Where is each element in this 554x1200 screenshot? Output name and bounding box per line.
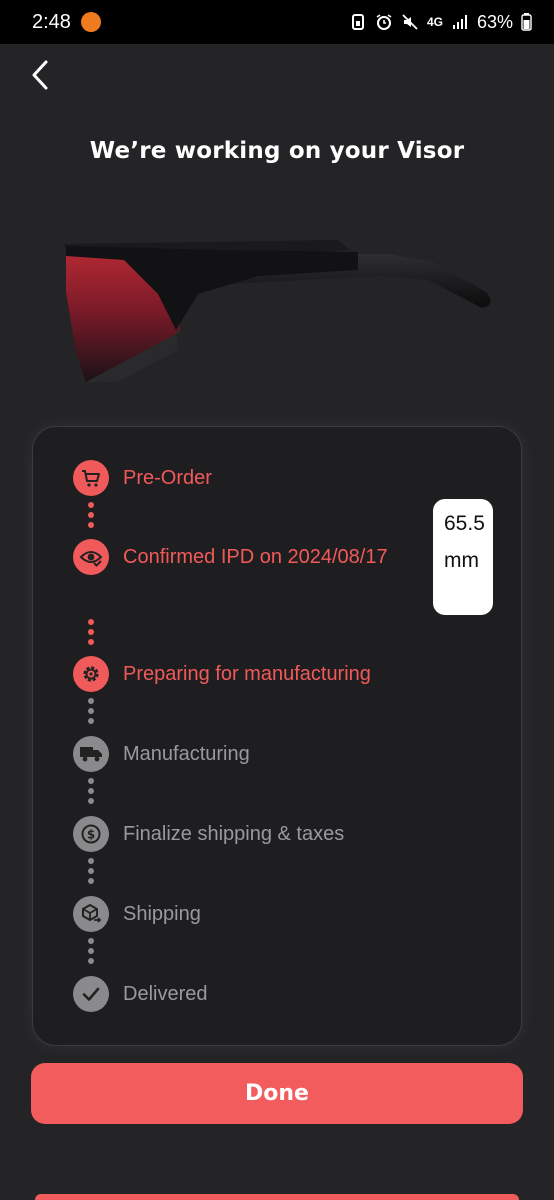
battery-icon [521,13,532,31]
signal-icon [452,15,467,29]
done-button[interactable]: Done [31,1063,523,1124]
alarm-icon [376,14,392,30]
step-preparing: Preparing for manufacturing [73,656,371,692]
dollar-coin-icon: $ [73,816,109,852]
ipd-value-tooltip: 65.5mm [433,499,493,615]
svg-text:$: $ [87,828,95,842]
step-label: Delivered [123,982,208,1005]
status-bar: 2:48 4G 63% [0,0,554,44]
step-label: Manufacturing [123,742,250,765]
check-icon [73,976,109,1012]
step-manufacturing: Manufacturing [73,736,250,772]
step-finalize-shipping: $ Finalize shipping & taxes [73,816,344,852]
step-confirmed-ipd: Confirmed IPD on 2024/08/17 [73,539,388,575]
box-arrow-icon [73,896,109,932]
visor-product-image [64,240,491,382]
back-button[interactable] [22,55,58,95]
page-title: We’re working on your Visor [89,138,465,164]
step-connector [88,502,94,528]
step-label: Shipping [123,902,201,925]
truck-icon [73,736,109,772]
chevron-left-icon [32,60,48,90]
step-label: Pre-Order [123,466,212,489]
step-connector [88,858,94,884]
step-label: Preparing for manufacturing [123,662,371,685]
step-label: Confirmed IPD on 2024/08/17 [123,545,388,568]
step-connector [88,698,94,724]
step-pre-order: Pre-Order [73,460,212,496]
cart-icon [73,460,109,496]
sim-icon [351,14,364,30]
battery-percent: 63% [476,11,513,32]
status-time: 2:48 [32,10,71,33]
status-icons: 4G 63% [349,12,532,33]
mute-icon [402,14,418,30]
step-delivered: Delivered [73,976,207,1012]
bottom-sheet-peek [35,1194,519,1200]
eye-check-icon [73,539,109,575]
step-connector [88,619,94,645]
step-shipping: Shipping [73,896,201,932]
step-label: Finalize shipping & taxes [123,822,345,845]
gear-icon [73,656,109,692]
network-type: 4G [426,15,443,29]
notification-app-icon [80,12,101,32]
step-connector [88,778,94,804]
step-connector [88,938,94,964]
